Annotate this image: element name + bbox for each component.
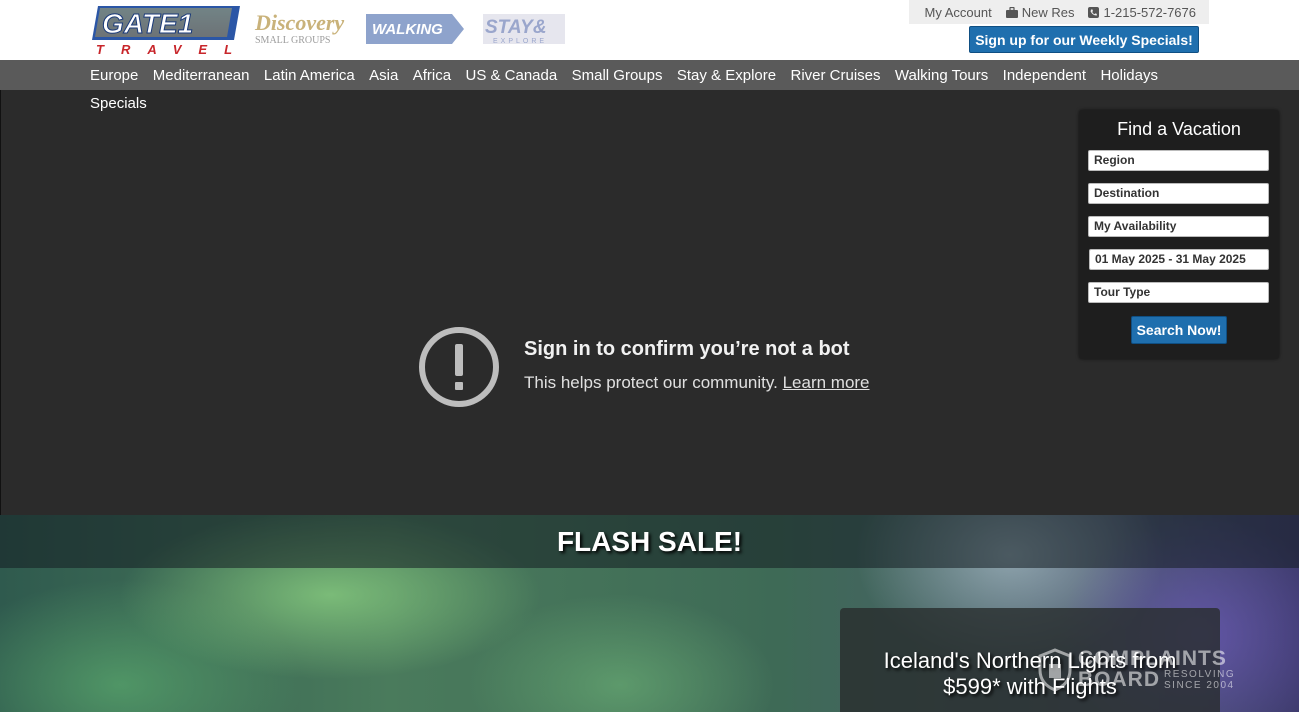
- tour-type-select[interactable]: Tour Type: [1088, 282, 1269, 303]
- phone-number: 1-215-572-7676: [1103, 4, 1196, 20]
- stay-text: STAY&: [485, 17, 547, 38]
- date-range-input[interactable]: 01 May 2025 - 31 May 2025: [1089, 249, 1269, 270]
- nav-item-specials[interactable]: Specials: [90, 95, 147, 112]
- logo-main-text: GATE1: [102, 8, 193, 39]
- find-vacation-title: Find a Vacation: [1117, 119, 1241, 139]
- nav-item-asia[interactable]: Asia: [369, 67, 398, 84]
- nav-item-africa[interactable]: Africa: [413, 67, 451, 84]
- utility-bar: My Account New Res 1-215-572-7676: [909, 0, 1209, 24]
- nav-item-mediterranean[interactable]: Mediterranean: [153, 67, 250, 84]
- find-vacation-panel: Find a Vacation Region Destination My Av…: [1079, 110, 1279, 359]
- walking-text: WALKING: [372, 21, 443, 38]
- watermark-tag-1: RESOLVING: [1164, 669, 1236, 680]
- phone-icon: [1088, 6, 1100, 18]
- stay-sub: EXPLORE: [493, 38, 547, 45]
- discovery-logo[interactable]: Discovery SMALL GROUPS: [253, 10, 351, 48]
- weekly-specials-signup-button[interactable]: Sign up for our Weekly Specials!: [969, 26, 1199, 53]
- nav-item-us-canada[interactable]: US & Canada: [465, 67, 557, 84]
- my-account-link[interactable]: My Account: [925, 5, 992, 20]
- gate1-travel-logo[interactable]: GATE1 TRAVEL: [92, 4, 242, 56]
- new-res-label: New Res: [1021, 4, 1075, 20]
- nav-item-stay-explore[interactable]: Stay & Explore: [677, 67, 776, 84]
- shield-icon: [1038, 648, 1072, 692]
- nav-item-independent[interactable]: Independent: [1003, 67, 1086, 84]
- availability-select[interactable]: My Availability: [1088, 216, 1269, 237]
- nav-item-small-groups[interactable]: Small Groups: [572, 67, 663, 84]
- watermark-line-1: COMPLAINTS: [1078, 647, 1227, 670]
- warning-icon: [419, 327, 499, 407]
- walking-logo[interactable]: WALKING: [366, 10, 466, 48]
- discovery-text: Discovery: [254, 10, 344, 35]
- bot-check-subtitle-text: This helps protect our community.: [524, 373, 778, 392]
- search-now-button[interactable]: Search Now!: [1131, 316, 1227, 344]
- stay-explore-logo[interactable]: STAY& EXPLORE: [481, 10, 569, 48]
- discovery-sub: SMALL GROUPS: [255, 35, 330, 46]
- learn-more-link[interactable]: Learn more: [783, 373, 870, 392]
- nav-item-europe[interactable]: Europe: [90, 67, 138, 84]
- destination-select[interactable]: Destination: [1088, 183, 1269, 204]
- region-select[interactable]: Region: [1088, 150, 1269, 171]
- nav-item-walking-tours[interactable]: Walking Tours: [895, 67, 988, 84]
- nav-item-latin-america[interactable]: Latin America: [264, 67, 355, 84]
- flash-sale-heading: FLASH SALE!: [556, 525, 743, 557]
- main-nav: Europe Mediterranean Latin America Asia Afri…: [0, 60, 1299, 90]
- watermark-tag-2: SINCE 2004: [1164, 680, 1235, 691]
- bot-check-subtitle: This helps protect our community. Learn …: [524, 373, 870, 393]
- complaints-board-watermark: COMPLAINTS BOARD RESOLVING SINCE 2004: [1038, 648, 1235, 692]
- nav-item-holidays[interactable]: Holidays: [1100, 67, 1158, 84]
- bot-check-message: Sign in to confirm you’re not a bot This…: [418, 326, 870, 408]
- header: GATE1 TRAVEL Discovery SMALL GROUPS WALK…: [0, 0, 1299, 60]
- logo-main-sub: TRAVEL: [96, 42, 242, 56]
- new-res-link[interactable]: New Res: [1005, 4, 1075, 20]
- watermark-line-2: BOARD: [1078, 668, 1160, 691]
- nav-item-river-cruises[interactable]: River Cruises: [790, 67, 880, 84]
- briefcase-icon: [1005, 6, 1018, 18]
- bot-check-title: Sign in to confirm you’re not a bot: [524, 338, 850, 360]
- phone-link[interactable]: 1-215-572-7676: [1088, 5, 1196, 20]
